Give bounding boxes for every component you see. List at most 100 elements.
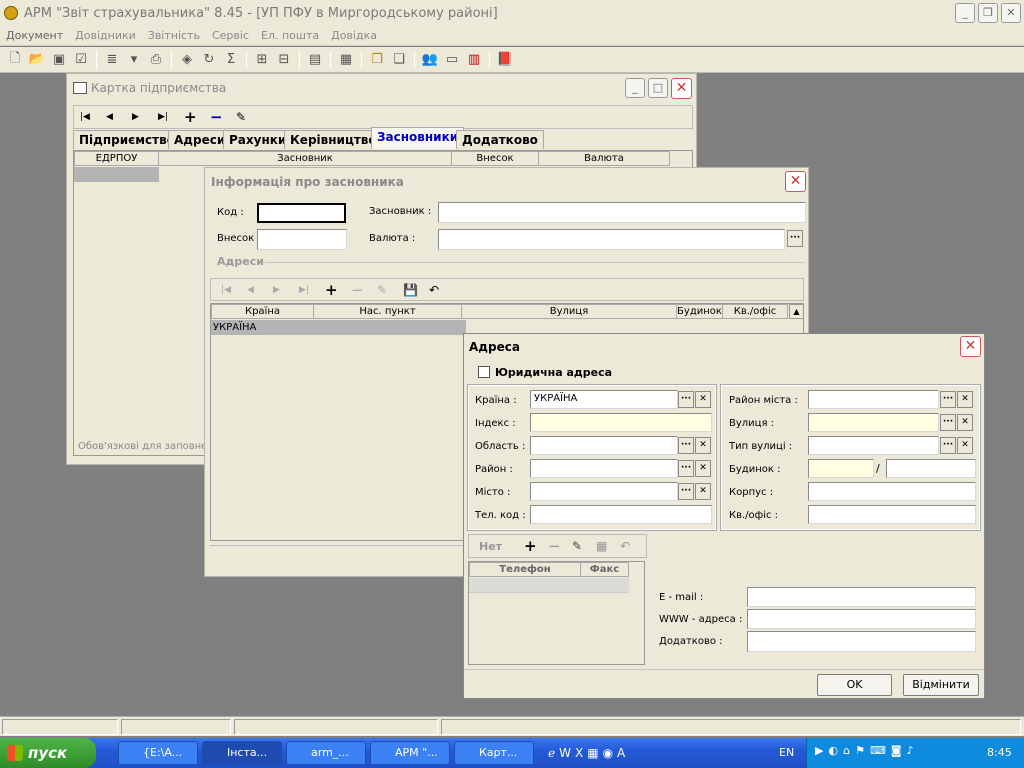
legal-address-checkbox[interactable] — [478, 366, 490, 378]
undo-address-icon[interactable]: ↶ — [429, 283, 455, 297]
apartment-input[interactable] — [808, 505, 976, 524]
region-input[interactable] — [530, 436, 678, 455]
founder-input[interactable] — [438, 202, 806, 223]
tab-founders[interactable]: Засновники — [371, 127, 465, 149]
open-folder-icon[interactable]: 📂 — [26, 50, 48, 70]
word-icon[interactable]: W — [559, 746, 571, 760]
document-icon[interactable]: ▤ — [304, 50, 326, 70]
form-icon[interactable]: ▦ — [335, 50, 357, 70]
street-clear-button[interactable]: ✕ — [957, 414, 973, 431]
app-icon[interactable]: ◉ — [603, 746, 613, 760]
prev-address-icon[interactable]: ◀ — [247, 285, 273, 295]
tab-enterprise[interactable]: Підприємство — [73, 130, 181, 149]
block-input[interactable] — [808, 482, 976, 501]
refresh-icon[interactable]: ↻ — [198, 50, 220, 70]
delete-address-icon[interactable]: − — [351, 281, 377, 299]
delete-record-icon[interactable]: − — [210, 108, 236, 126]
print-icon[interactable]: ⎙ — [145, 50, 167, 70]
eraser-icon[interactable]: ◈ — [176, 50, 198, 70]
region-lookup-button[interactable]: ··· — [678, 437, 694, 454]
ok-button[interactable]: OK — [817, 674, 892, 696]
media-player-icon[interactable]: ▶ — [815, 744, 823, 762]
column-founder[interactable]: Засновник — [158, 151, 452, 166]
scroll-up-icon[interactable]: ▲ — [789, 304, 804, 319]
column-country[interactable]: Країна — [211, 304, 314, 319]
sum-icon[interactable]: Σ — [220, 50, 242, 70]
task-explorer[interactable]: {E:\A... — [118, 741, 198, 765]
book-icon[interactable]: 📕 — [494, 50, 516, 70]
users-icon[interactable]: 👥 — [419, 50, 441, 70]
street-type-input[interactable] — [808, 436, 939, 455]
card-icon[interactable]: ▭ — [441, 50, 463, 70]
code-input[interactable] — [257, 203, 346, 223]
additional-input[interactable] — [747, 631, 976, 652]
restore-button[interactable]: ❐ — [978, 3, 998, 23]
selected-row[interactable] — [74, 167, 159, 182]
currency-lookup-button[interactable]: ··· — [787, 230, 803, 247]
next-address-icon[interactable]: ▶ — [273, 285, 299, 295]
country-input[interactable]: УКРАЇНА — [530, 390, 678, 409]
city-clear-button[interactable]: ✕ — [695, 483, 711, 500]
district-lookup-button[interactable]: ··· — [678, 460, 694, 477]
list-icon[interactable]: ≣ — [101, 50, 123, 70]
column-street[interactable]: Вулиця — [461, 304, 677, 319]
website-input[interactable] — [747, 609, 976, 629]
street-type-clear-button[interactable]: ✕ — [957, 437, 973, 454]
card-close-button[interactable]: ✕ — [671, 78, 692, 99]
first-address-icon[interactable]: |◀ — [221, 285, 247, 295]
column-edrpou[interactable]: ЕДРПОУ — [74, 151, 159, 166]
camera-icon[interactable]: ◙ — [891, 744, 902, 762]
address-close-button[interactable]: ✕ — [960, 336, 981, 357]
cancel-button[interactable]: Відмінити — [903, 674, 979, 696]
index-input[interactable] — [530, 413, 712, 432]
antivirus-icon[interactable]: ◐ — [828, 744, 838, 762]
new-document-icon[interactable]: 🗋 — [4, 50, 26, 70]
calendar-icon[interactable]: ▥ — [463, 50, 485, 70]
prev-record-icon[interactable]: ◀ — [106, 112, 132, 122]
edit-address-icon[interactable]: ✎ — [377, 283, 403, 297]
city-input[interactable] — [530, 482, 678, 501]
minimize-button[interactable]: _ — [955, 3, 975, 23]
save-address-icon[interactable]: 💾 — [403, 283, 429, 297]
edit-record-icon[interactable]: ✎ — [236, 110, 262, 124]
volume-icon[interactable]: ♪ — [907, 744, 914, 762]
tab-additional[interactable]: Додатково — [456, 130, 544, 149]
building-input[interactable] — [808, 459, 874, 478]
building-fraction-input[interactable] — [886, 459, 976, 478]
add-phone-icon[interactable]: + — [524, 537, 548, 555]
save-phone-icon[interactable]: ▦ — [596, 539, 620, 553]
copy-icon[interactable]: ❐ — [366, 50, 388, 70]
save-icon[interactable]: ▣ — [48, 50, 70, 70]
card-minimize-button[interactable]: _ — [625, 78, 645, 98]
column-apartment[interactable]: Кв./офіс — [722, 304, 788, 319]
card-maximize-button[interactable]: □ — [648, 78, 668, 98]
add-address-icon[interactable]: + — [325, 281, 351, 299]
tree-icon[interactable]: ⊞ — [251, 50, 273, 70]
task-installer[interactable]: Інста... — [202, 741, 282, 765]
country-clear-button[interactable]: ✕ — [695, 391, 711, 408]
next-record-icon[interactable]: ▶ — [132, 112, 158, 122]
tab-addresses[interactable]: Адреси — [168, 130, 232, 149]
tree-collapse-icon[interactable]: ⊟ — [273, 50, 295, 70]
tab-accounts[interactable]: Рахунки — [223, 130, 293, 149]
column-locality[interactable]: Нас. пункт — [313, 304, 462, 319]
email-input[interactable] — [747, 587, 976, 607]
edit-phone-icon[interactable]: ✎ — [572, 539, 596, 553]
task-arm-app[interactable]: АРМ "... — [370, 741, 450, 765]
task-card[interactable]: Карт... — [454, 741, 534, 765]
street-lookup-button[interactable]: ··· — [940, 414, 956, 431]
currency-input[interactable] — [438, 229, 785, 250]
address-row[interactable]: УКРАЇНА — [211, 320, 466, 335]
district-input[interactable] — [530, 459, 678, 478]
city-lookup-button[interactable]: ··· — [678, 483, 694, 500]
founder-close-button[interactable]: ✕ — [785, 171, 806, 192]
phone-code-input[interactable] — [530, 505, 712, 524]
column-building[interactable]: Будинок — [676, 304, 723, 319]
city-district-lookup-button[interactable]: ··· — [940, 391, 956, 408]
paste-icon[interactable]: ❏ — [388, 50, 410, 70]
street-type-lookup-button[interactable]: ··· — [940, 437, 956, 454]
language-indicator[interactable]: EN — [779, 746, 794, 759]
phone-row[interactable] — [469, 578, 629, 593]
country-lookup-button[interactable]: ··· — [678, 391, 694, 408]
column-fax[interactable]: Факс — [580, 562, 629, 577]
